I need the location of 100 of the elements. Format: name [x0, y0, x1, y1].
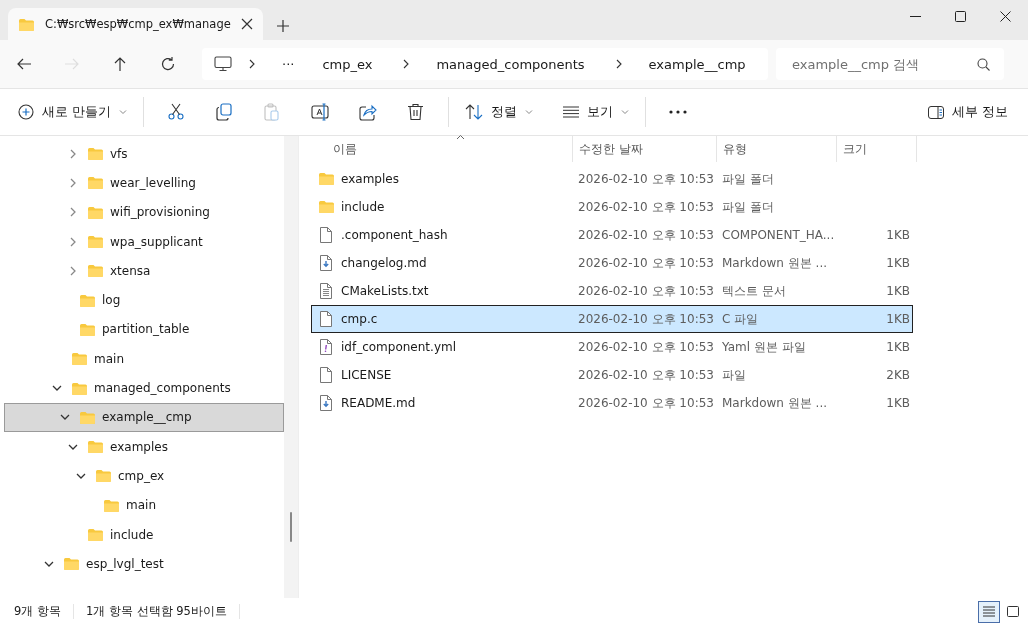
sort-button[interactable]: 정렬: [457, 95, 541, 129]
size-cell-text: 2KB: [885, 368, 911, 382]
tree-item[interactable]: esp_lvgl_test: [4, 549, 284, 579]
column-header[interactable]: 이름: [311, 136, 573, 162]
tree-label: examples: [110, 439, 168, 454]
file-name: LICENSE: [341, 368, 392, 382]
tree-item[interactable]: xtensa: [4, 256, 284, 286]
file-row[interactable]: LICENSE 2026-02-10 오후 10:53 파일 2KB: [311, 361, 913, 389]
folder-icon: [103, 497, 120, 513]
date-cell-text: 2026-02-10 오후 10:53: [577, 198, 715, 216]
tree-item[interactable]: wear_levelling: [4, 168, 284, 198]
overflow-button[interactable]: ···: [268, 56, 309, 72]
browser-tab[interactable]: C:₩src₩esp₩cmp_ex₩manage: [8, 8, 263, 40]
tree-item[interactable]: cmp_ex: [4, 461, 284, 491]
caret-icon: [621, 109, 629, 115]
tree-label: main: [126, 498, 156, 513]
new-tab-icon[interactable]: [276, 20, 289, 32]
folder-icon: [71, 351, 88, 367]
tree-item[interactable]: managed_components: [4, 373, 284, 403]
column-header[interactable]: 유형: [717, 136, 837, 162]
search-field[interactable]: example__cmp 검색: [776, 48, 1004, 80]
date-cell-text: 2026-02-10 오후 10:53: [577, 170, 715, 188]
folder-icon: [318, 199, 335, 215]
file-row[interactable]: idf_component.yml 2026-02-10 오후 10:53 Yaml 원본 파일 1KB: [311, 333, 913, 361]
folder-icon: [87, 439, 104, 455]
item-count: 9개 항목: [14, 604, 74, 619]
tree-item[interactable]: wifi_provisioning: [4, 197, 284, 227]
breadcrumb-item[interactable]: example__cmp: [634, 56, 760, 72]
tree-label: wear_levelling: [110, 175, 196, 190]
tree-item[interactable]: log: [4, 285, 284, 315]
folder-icon: [79, 409, 96, 425]
file-row[interactable]: CMakeLists.txt 2026-02-10 오후 10:53 텍스트 문서 1KB: [311, 277, 913, 305]
file-row[interactable]: README.md 2026-02-10 오후 10:53 Markdown 원본 ... 1KB: [311, 389, 913, 417]
text-file-icon: [318, 283, 335, 299]
tree-item[interactable]: wpa_supplicant: [4, 226, 284, 257]
list-icon: [982, 605, 996, 618]
folder-icon: [63, 556, 80, 572]
markdown-file-icon: [318, 255, 335, 271]
column-header[interactable]: 크기: [837, 136, 917, 162]
yaml-file-icon: [318, 339, 335, 355]
tree-item[interactable]: include: [4, 519, 284, 550]
tree-label: main: [94, 351, 124, 366]
scrollbar-thumb[interactable]: [290, 512, 292, 542]
file-row[interactable]: changelog.md 2026-02-10 오후 10:53 Markdown 원본 ... 1KB: [311, 249, 913, 277]
type-cell-text: Markdown 원본 ...: [721, 254, 829, 272]
type-cell-text: Markdown 원본 ...: [721, 394, 829, 412]
size-cell-text: 1KB: [885, 284, 911, 298]
search-icon: [977, 58, 990, 71]
rename-icon: [311, 103, 329, 121]
scrollbar-track[interactable]: [284, 136, 298, 598]
tree-label: esp_lvgl_test: [86, 556, 164, 571]
folder-icon: [318, 171, 335, 187]
column-header[interactable]: 수정한 날짜: [573, 136, 717, 162]
chevron-icon[interactable]: [614, 59, 623, 69]
file-row[interactable]: cmp.c 2026-02-10 오후 10:53 C 파일 1KB: [311, 305, 913, 333]
share-icon: [359, 103, 377, 121]
tree-label: xtensa: [110, 263, 151, 278]
details-view-button[interactable]: [978, 600, 1000, 623]
tree-item[interactable]: main: [4, 344, 284, 374]
file-name: .component_hash: [341, 228, 448, 242]
view-button[interactable]: 보기: [555, 95, 637, 129]
folder-icon: [18, 16, 35, 32]
size-cell-text: 1KB: [885, 340, 911, 354]
file-row[interactable]: .component_hash 2026-02-10 오후 10:53 COMPONENT_HA... 1KB: [311, 221, 913, 249]
monitor-icon: [214, 56, 232, 72]
tree-item[interactable]: main: [4, 490, 284, 520]
panel-icon: [928, 105, 944, 119]
tree-label: include: [110, 527, 154, 542]
scissors-icon: [167, 103, 185, 121]
tree-item[interactable]: vfs: [4, 139, 284, 169]
close-tab-icon[interactable]: [240, 18, 253, 30]
folder-icon: [95, 468, 112, 484]
folder-icon: [87, 204, 104, 220]
clipboard-icon: [263, 103, 281, 121]
type-cell-text: 파일 폴더: [721, 198, 775, 216]
file-row[interactable]: include 2026-02-10 오후 10:53 파일 폴더: [311, 193, 913, 221]
breadcrumb-item[interactable]: managed_components: [422, 56, 599, 72]
breadcrumb-item[interactable]: cmp_ex: [308, 56, 387, 72]
new-button[interactable]: 새로 만들기: [10, 95, 135, 129]
tree-item[interactable]: examples: [4, 431, 284, 462]
tree-label: wifi_provisioning: [110, 205, 210, 220]
file-name: idf_component.yml: [341, 340, 456, 354]
size-cell-text: 1KB: [885, 228, 911, 242]
address-bar[interactable]: ··· cmp_ex managed_components example__cmp: [202, 48, 768, 80]
date-cell-text: 2026-02-10 오후 10:53: [577, 226, 715, 244]
tree-item[interactable]: example__cmp: [4, 402, 284, 432]
type-cell-text: 텍스트 문서: [721, 282, 787, 300]
chevron-icon[interactable]: [52, 383, 62, 393]
folder-icon: [87, 263, 104, 279]
file-name: examples: [341, 172, 399, 186]
file-name: include: [341, 200, 385, 214]
chevron-icon[interactable]: [402, 59, 411, 69]
details-button[interactable]: 세부 정보: [920, 95, 1016, 129]
folder-icon: [87, 527, 104, 542]
tree-item[interactable]: partition_table: [4, 314, 284, 345]
file-row[interactable]: examples 2026-02-10 오후 10:53 파일 폴더: [311, 165, 913, 193]
close-icon: [1000, 10, 1011, 22]
sort-icon: [465, 104, 483, 120]
size-cell-text: 1KB: [885, 312, 911, 326]
chevron-icon[interactable]: [248, 59, 256, 69]
